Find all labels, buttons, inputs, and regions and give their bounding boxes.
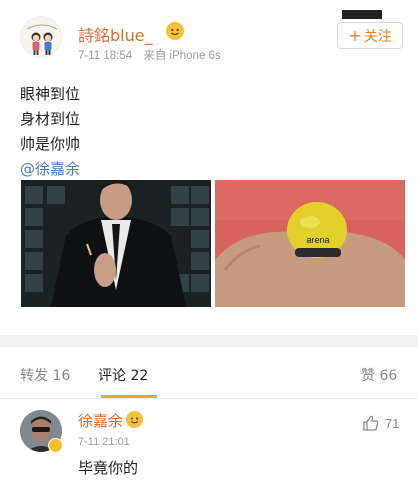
cropped-header-icon xyxy=(342,10,382,19)
tab-reposts-label: 转发 xyxy=(20,368,48,384)
cartoon-couple-icon xyxy=(21,17,61,57)
post-content: 眼神到位 身材到位 帅是你帅 @徐嘉余 xyxy=(20,82,80,182)
comment-item: 徐嘉余 7-11 21:01 毕竟你的 71 xyxy=(0,400,418,489)
weibo-post: 詩銘blue_ 7-11 18:54 来自 iPhone 6s + 关注 眼神到… xyxy=(0,0,418,335)
comment-text: 毕竟你的 xyxy=(78,459,139,477)
swimmer-photo: arena xyxy=(215,180,405,307)
swimcap-brand-text: arena xyxy=(306,235,329,245)
tab-reposts-count: 16 xyxy=(52,368,71,384)
tab-comments-label: 评论 xyxy=(98,368,126,384)
post-line: 身材到位 xyxy=(20,110,81,128)
post-line: 帅是你帅 xyxy=(20,135,81,153)
man-in-suit-photo xyxy=(21,180,211,307)
tab-comments-count: 22 xyxy=(130,368,149,384)
interaction-tabs: 转发 16 评论 22 赞 66 xyxy=(0,347,418,399)
tab-reposts[interactable]: 转发 16 xyxy=(20,365,70,385)
active-tab-indicator xyxy=(101,395,157,398)
post-image-suit[interactable] xyxy=(21,180,211,307)
follow-button[interactable]: + 关注 xyxy=(337,22,403,49)
post-time: 7-11 18:54 xyxy=(78,50,133,62)
section-divider xyxy=(0,335,418,347)
post-source: 来自 iPhone 6s xyxy=(143,50,221,62)
verified-badge-icon xyxy=(48,438,63,453)
comment-like-count: 71 xyxy=(385,415,400,431)
tab-likes-count: 66 xyxy=(379,368,398,384)
commenter-name[interactable]: 徐嘉余 xyxy=(78,410,123,431)
vip-badge-icon xyxy=(126,411,143,428)
post-author-avatar[interactable] xyxy=(20,16,62,58)
post-meta: 7-11 18:54 来自 iPhone 6s xyxy=(78,47,221,63)
tab-likes[interactable]: 赞 66 xyxy=(361,365,397,385)
post-author-name[interactable]: 詩銘blue_ xyxy=(78,22,153,46)
thumbs-up-icon xyxy=(363,415,379,431)
plus-icon: + xyxy=(348,25,362,45)
tab-comments[interactable]: 评论 22 xyxy=(98,365,148,385)
post-image-swimmer[interactable]: arena xyxy=(215,180,405,307)
comment-time: 7-11 21:01 xyxy=(78,436,130,448)
tab-likes-label: 赞 xyxy=(361,368,375,384)
mention-link[interactable]: @徐嘉余 xyxy=(20,157,80,182)
follow-label: 关注 xyxy=(363,28,392,45)
vip-badge-icon xyxy=(166,22,184,40)
post-line: 眼神到位 xyxy=(20,85,81,103)
comment-like-button[interactable]: 71 xyxy=(362,414,399,432)
